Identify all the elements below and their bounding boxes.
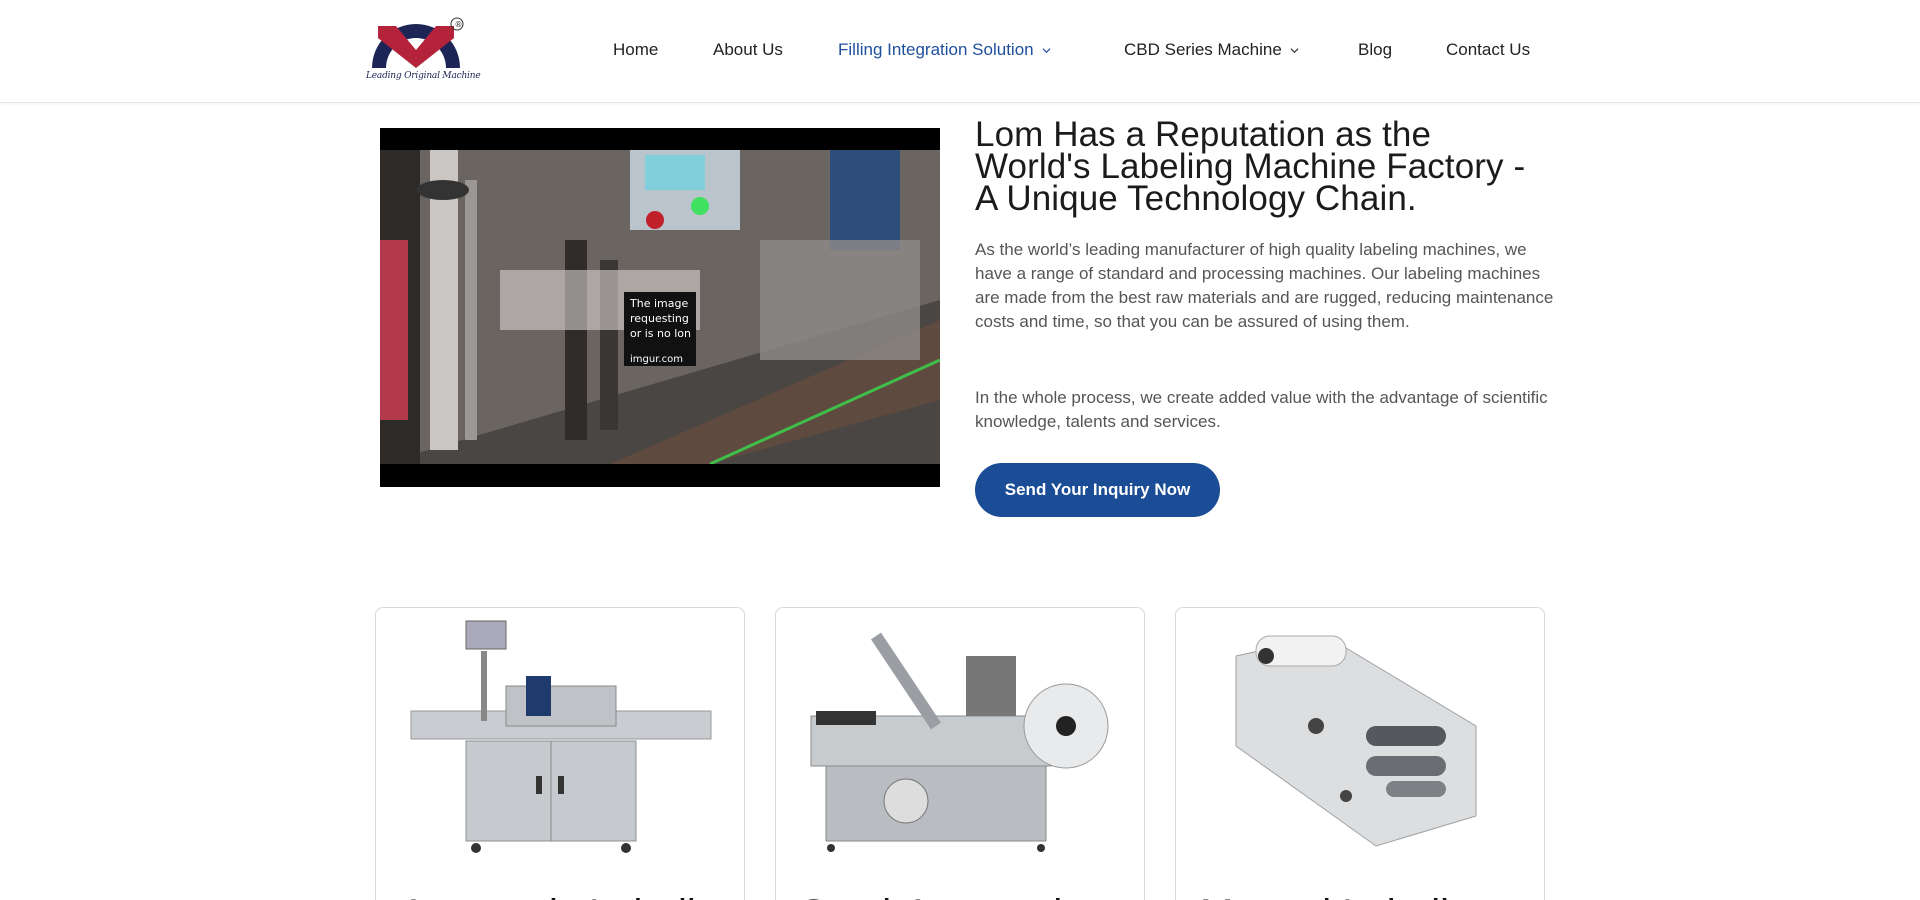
nav-about-us-label: About Us [713, 40, 783, 59]
intro-headline: Lom Has a Reputation as the World's Labe… [975, 115, 1526, 218]
nav-blog[interactable]: Blog [1358, 40, 1392, 60]
broken-image-notice: The image requesting or is no lon imgur.… [624, 292, 696, 366]
manual-labeling-machine-image [1235, 635, 1477, 847]
error-host: imgur.com [630, 354, 683, 365]
product-card-manual[interactable]: Manual Labeling [1175, 607, 1545, 900]
nav-blog-label: Blog [1358, 40, 1393, 59]
intro-paragraph-2: In the whole process, we create added va… [975, 388, 1548, 431]
semi-automatic-labeling-machine-image [810, 632, 1109, 852]
product-card-automatic[interactable]: Automatic Labeling [375, 607, 745, 900]
nav-contact-label: Contact Us [1446, 40, 1531, 59]
intro-paragraph-1: As the world’s leading manufacturer of h… [975, 240, 1554, 331]
chevron-down-icon [1042, 47, 1051, 53]
video-frame: The image requesting or is no lon imgur.… [380, 150, 940, 464]
nav-home-label: Home [613, 40, 659, 59]
intro-video-player[interactable]: The image requesting or is no lon imgur.… [380, 128, 940, 487]
nav-cbd-series-machine[interactable]: CBD Series Machine [1124, 40, 1299, 60]
error-line-3: or is no lon [630, 327, 691, 340]
send-inquiry-button[interactable]: Send Your Inquiry Now [975, 463, 1220, 517]
nav-about-us[interactable]: About Us [713, 40, 783, 60]
chevron-down-icon [1290, 47, 1299, 53]
product-card-title: Automatic Labeling [400, 892, 740, 900]
product-card-semi-automatic[interactable]: Semi-Automatic [775, 607, 1145, 900]
nav-filling-integration-solution[interactable]: Filling Integration Solution [838, 40, 1051, 60]
site-header: ® Leading Original Machine Home About Us… [0, 0, 1920, 103]
product-card-title: Semi-Automatic [800, 892, 1082, 900]
nav-cbd-label: CBD Series Machine [1124, 40, 1282, 59]
error-line-2: requesting [630, 312, 689, 325]
nav-contact-us[interactable]: Contact Us [1446, 40, 1530, 60]
main-navigation: Home About Us Filling Integration Soluti… [0, 0, 1920, 103]
automatic-labeling-machine-image [410, 620, 712, 853]
nav-home[interactable]: Home [613, 40, 658, 60]
product-card-title: Manual Labeling [1200, 892, 1494, 900]
error-line-1: The image [630, 297, 689, 310]
nav-filling-label: Filling Integration Solution [838, 40, 1034, 59]
